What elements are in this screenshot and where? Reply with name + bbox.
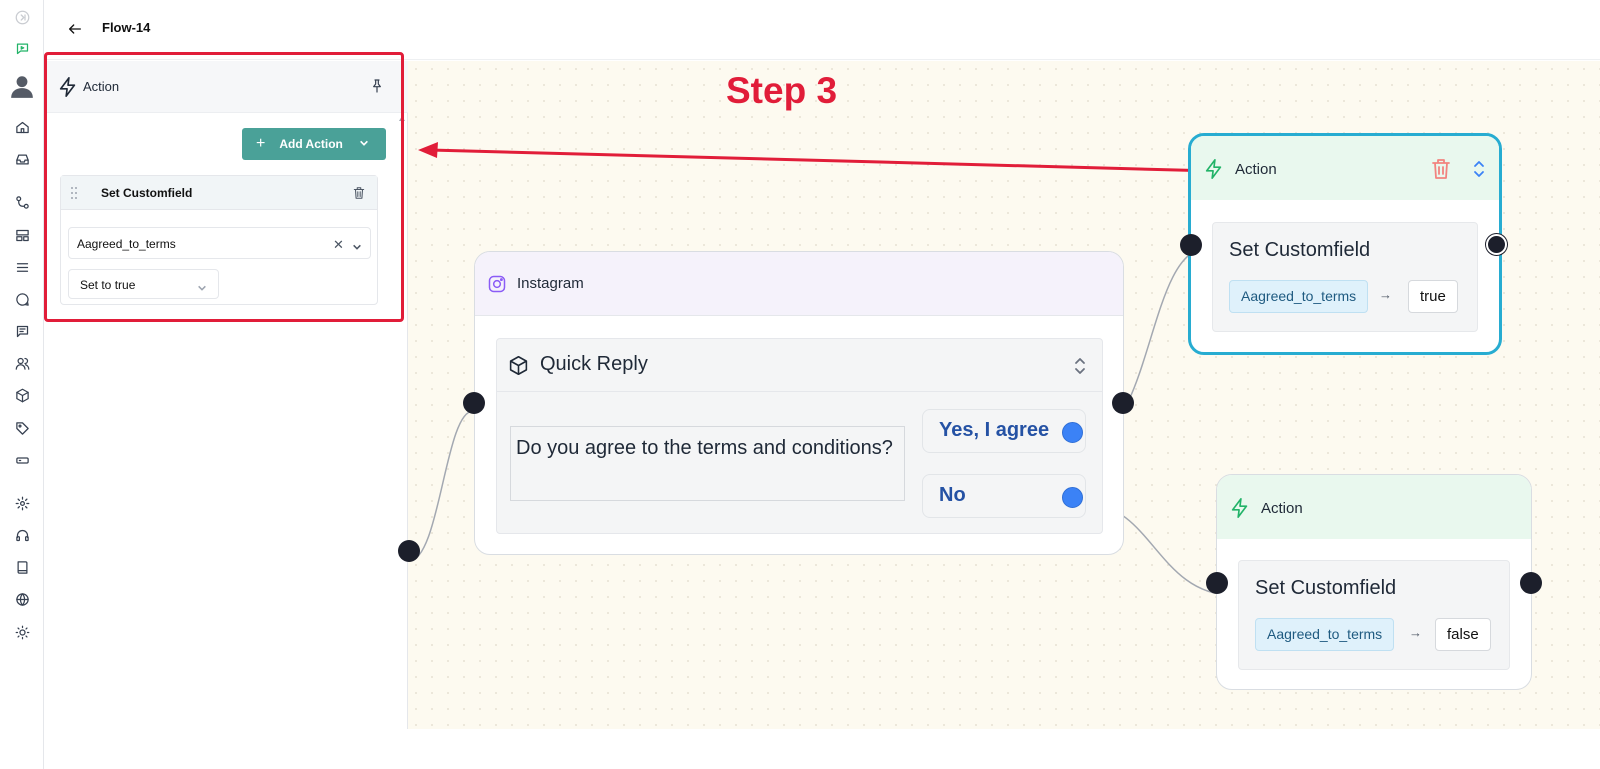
- list-icon[interactable]: [12, 257, 32, 277]
- set-customfield-header: Set Customfield: [61, 176, 377, 210]
- support-icon[interactable]: [12, 525, 32, 545]
- input-port[interactable]: [463, 392, 485, 414]
- output-port[interactable]: [1112, 392, 1134, 414]
- question-text[interactable]: Do you agree to the terms and conditions…: [510, 426, 905, 501]
- set-customfield-card: Set Customfield Aagreed_to_terms ✕ Set t…: [60, 175, 378, 305]
- output-port[interactable]: [1520, 572, 1542, 594]
- arrow-right-icon: →: [1379, 287, 1392, 302]
- chevron-down-icon[interactable]: [352, 239, 362, 257]
- value-chip: false: [1435, 618, 1491, 651]
- instagram-node-title: Instagram: [517, 275, 584, 292]
- output-port[interactable]: [1486, 234, 1507, 255]
- delete-icon[interactable]: [352, 186, 366, 205]
- delete-icon[interactable]: [1431, 158, 1451, 185]
- set-customfield-title: Set Customfield: [101, 186, 193, 200]
- panel-title: Action: [83, 79, 120, 94]
- reply-output-port[interactable]: [1062, 422, 1083, 443]
- chatbot-icon[interactable]: [12, 38, 32, 58]
- scrollbar-up-arrow[interactable]: [399, 116, 405, 121]
- chevron-down-icon[interactable]: [359, 137, 369, 151]
- value-select-text: Set to true: [80, 278, 136, 292]
- plus-icon: +: [256, 135, 266, 152]
- docs-icon[interactable]: [12, 557, 32, 577]
- input-port[interactable]: [1206, 572, 1228, 594]
- lightning-icon: [57, 76, 79, 103]
- action-node-title: Action: [1235, 161, 1277, 178]
- action-body[interactable]: Set Customfield Aagreed_to_terms → true: [1212, 222, 1478, 332]
- quick-reply-block[interactable]: Quick Reply Do you agree to the terms an…: [496, 338, 1103, 534]
- flows-icon[interactable]: [12, 192, 32, 212]
- quick-reply-header: Quick Reply: [497, 339, 1102, 392]
- flow-title: Flow-14: [102, 20, 151, 35]
- clear-icon[interactable]: ✕: [333, 237, 344, 253]
- add-action-button[interactable]: + Add Action: [242, 128, 386, 160]
- action-body[interactable]: Set Customfield Aagreed_to_terms → false: [1238, 560, 1510, 670]
- tags-icon[interactable]: [12, 418, 32, 438]
- chevron-down-icon[interactable]: [197, 280, 207, 298]
- quick-reply-title: Quick Reply: [540, 353, 648, 375]
- reply-button-label: Yes, I agree: [939, 419, 1050, 441]
- back-arrow-icon[interactable]: [67, 21, 85, 39]
- templates-icon[interactable]: [12, 225, 32, 245]
- home-icon[interactable]: [12, 117, 32, 137]
- expand-collapse-icon[interactable]: [1472, 160, 1486, 183]
- panel-header: Action: [45, 61, 408, 113]
- action-body-title: Set Customfield: [1255, 577, 1397, 599]
- expand-collapse-icon[interactable]: [1073, 357, 1087, 380]
- value-select[interactable]: Set to true: [68, 269, 219, 299]
- customfield-value: Aagreed_to_terms: [77, 237, 176, 251]
- globe-icon[interactable]: [12, 589, 32, 609]
- canvas-footer: [45, 729, 1600, 769]
- messages-icon[interactable]: [12, 321, 32, 341]
- reply-button-yes[interactable]: Yes, I agree: [922, 409, 1086, 453]
- input-port[interactable]: [1180, 234, 1202, 256]
- lightning-icon: [1203, 158, 1225, 185]
- drag-handle-icon[interactable]: [71, 187, 79, 199]
- field-chip: Aagreed_to_terms: [1229, 280, 1369, 313]
- add-action-label: Add Action: [279, 137, 343, 151]
- inbox-icon[interactable]: [12, 149, 32, 169]
- chat-icon[interactable]: [12, 289, 32, 309]
- user-avatar-icon[interactable]: [9, 73, 35, 99]
- instagram-icon: [487, 274, 507, 299]
- lightning-icon: [1229, 497, 1251, 524]
- contacts-icon[interactable]: [12, 353, 32, 373]
- action-panel: Action + Add Action Set Customfield Aagr…: [45, 61, 408, 729]
- action-node-header: Action: [1217, 475, 1531, 539]
- flow-builder-screen: Flow-14 Step 3 Action + Add Action Set C…: [0, 0, 1600, 769]
- field-chip: Aagreed_to_terms: [1255, 618, 1395, 651]
- customfield-select[interactable]: Aagreed_to_terms ✕: [68, 227, 371, 259]
- cube-icon: [508, 355, 529, 381]
- action-node[interactable]: Action Set Customfield Aagreed_to_terms …: [1216, 474, 1532, 690]
- value-chip: true: [1408, 280, 1458, 313]
- products-icon[interactable]: [12, 385, 32, 405]
- tickets-icon[interactable]: [12, 450, 32, 470]
- instagram-node[interactable]: Instagram Quick Reply Do you agree to th…: [474, 251, 1124, 555]
- collapse-icon[interactable]: [12, 7, 32, 27]
- reply-button-no[interactable]: No: [922, 474, 1086, 518]
- action-node-selected[interactable]: Action Set Customfield Aagreed_to_terms …: [1188, 133, 1502, 355]
- reply-button-label: No: [939, 484, 966, 506]
- step-label: Step 3: [726, 70, 838, 111]
- icon-rail: [0, 0, 44, 769]
- settings-icon[interactable]: [12, 493, 32, 513]
- top-bar: Flow-14: [45, 0, 1600, 60]
- action-node-title: Action: [1261, 500, 1303, 517]
- arrow-right-icon: →: [1409, 625, 1422, 640]
- instagram-node-header: Instagram: [475, 252, 1123, 316]
- action-body-title: Set Customfield: [1229, 239, 1371, 261]
- reply-output-port[interactable]: [1062, 487, 1083, 508]
- pin-icon[interactable]: [369, 78, 385, 99]
- action-node-header: Action: [1191, 136, 1499, 200]
- output-port[interactable]: [398, 540, 420, 562]
- theme-icon[interactable]: [12, 622, 32, 642]
